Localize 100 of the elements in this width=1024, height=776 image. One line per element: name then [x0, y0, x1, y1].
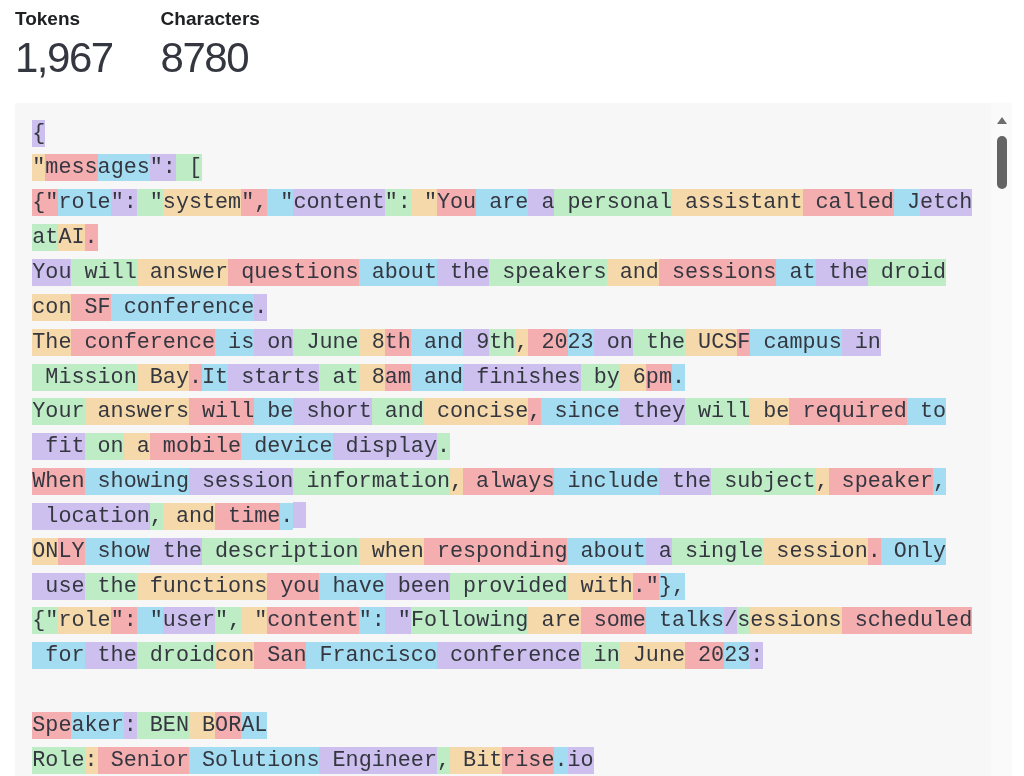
- token: th: [384, 328, 411, 356]
- token: sessions: [658, 258, 777, 286]
- token: include: [554, 468, 659, 496]
- token: 8: [358, 328, 385, 356]
- token: user: [162, 607, 216, 635]
- token: Spe: [32, 711, 72, 739]
- token: ": [241, 607, 268, 635]
- token: some: [580, 607, 646, 635]
- token: time: [215, 502, 281, 530]
- token: Only: [880, 537, 947, 565]
- token: /: [724, 607, 738, 635]
- token: 8: [358, 363, 385, 391]
- token: content: [267, 607, 359, 635]
- token: ages: [97, 154, 150, 182]
- token: at: [319, 363, 359, 391]
- token: ,: [528, 398, 542, 426]
- token: to: [906, 398, 947, 426]
- token: UCS: [685, 328, 738, 356]
- token: .: [254, 293, 268, 321]
- token: ":: [149, 154, 176, 182]
- token: You: [437, 189, 477, 217]
- token: about: [567, 537, 646, 565]
- token: th: [489, 328, 516, 356]
- stat-value: 1,967: [15, 36, 113, 80]
- token: and: [371, 398, 424, 426]
- token: will: [188, 398, 255, 426]
- token: ": [410, 189, 437, 217]
- token: .: [280, 502, 294, 530]
- token: s: [737, 607, 751, 635]
- token: B: [188, 711, 216, 739]
- token: conference: [71, 328, 216, 356]
- token: 20: [528, 328, 568, 356]
- token: role: [58, 189, 111, 217]
- token: functions: [136, 572, 268, 600]
- token: ",: [215, 607, 242, 635]
- token: the: [632, 328, 686, 356]
- token: ",: [241, 189, 268, 217]
- token: finishes: [463, 363, 581, 391]
- token: BEN: [136, 711, 189, 739]
- token: since: [541, 398, 620, 426]
- token: a: [528, 189, 555, 217]
- token: concise: [423, 398, 529, 426]
- token: June: [619, 642, 685, 670]
- token: You: [32, 258, 72, 286]
- token: single: [671, 537, 764, 565]
- token: am: [384, 363, 411, 391]
- token: pm: [645, 363, 672, 391]
- token: droid: [867, 258, 947, 286]
- token: have: [319, 572, 385, 600]
- token: AI: [58, 224, 85, 252]
- token: are: [476, 189, 529, 217]
- token: :: [750, 642, 764, 670]
- token: 9: [463, 328, 490, 356]
- token: be: [750, 398, 790, 426]
- token: ":: [384, 189, 411, 217]
- token: at: [776, 258, 816, 286]
- token: ON: [32, 537, 59, 565]
- token: always: [463, 468, 555, 496]
- token: with: [567, 572, 633, 600]
- token: and: [410, 328, 464, 356]
- token: Bay: [136, 363, 189, 391]
- token: When: [32, 468, 85, 496]
- token: mobile: [149, 433, 242, 461]
- token: rise: [502, 746, 555, 774]
- scrollbar-thumb[interactable]: [996, 136, 1007, 189]
- token: called: [802, 189, 894, 217]
- scroll-up-arrow-icon[interactable]: [996, 117, 1007, 124]
- token: show: [84, 537, 150, 565]
- token: they: [619, 398, 685, 426]
- token: conference: [437, 642, 581, 670]
- token: It: [202, 363, 229, 391]
- token: and: [410, 363, 464, 391]
- token: starts: [228, 363, 320, 391]
- token: SF: [71, 293, 111, 321]
- token: aker: [71, 711, 124, 739]
- token: role: [58, 607, 111, 635]
- token: is: [215, 328, 255, 356]
- token: device: [241, 433, 333, 461]
- token: will: [71, 258, 137, 286]
- token: short: [293, 398, 372, 426]
- token: speakers: [489, 258, 607, 286]
- token: in: [841, 328, 881, 356]
- token: OR: [215, 711, 242, 739]
- token: [: [175, 154, 202, 182]
- token: Following: [410, 607, 529, 635]
- token: ": [267, 189, 294, 217]
- token: campus: [750, 328, 842, 356]
- token: LY: [58, 537, 85, 565]
- token: in: [580, 642, 620, 670]
- token: Role: [32, 746, 85, 774]
- token: subject: [711, 468, 816, 496]
- token: the: [149, 537, 202, 565]
- token: use: [32, 572, 85, 600]
- token: ,: [515, 328, 529, 356]
- token: essions: [750, 607, 842, 635]
- token: droid: [136, 642, 216, 670]
- token: ": [136, 607, 163, 635]
- token: information: [293, 468, 450, 496]
- token: on: [84, 433, 124, 461]
- token: description: [202, 537, 359, 565]
